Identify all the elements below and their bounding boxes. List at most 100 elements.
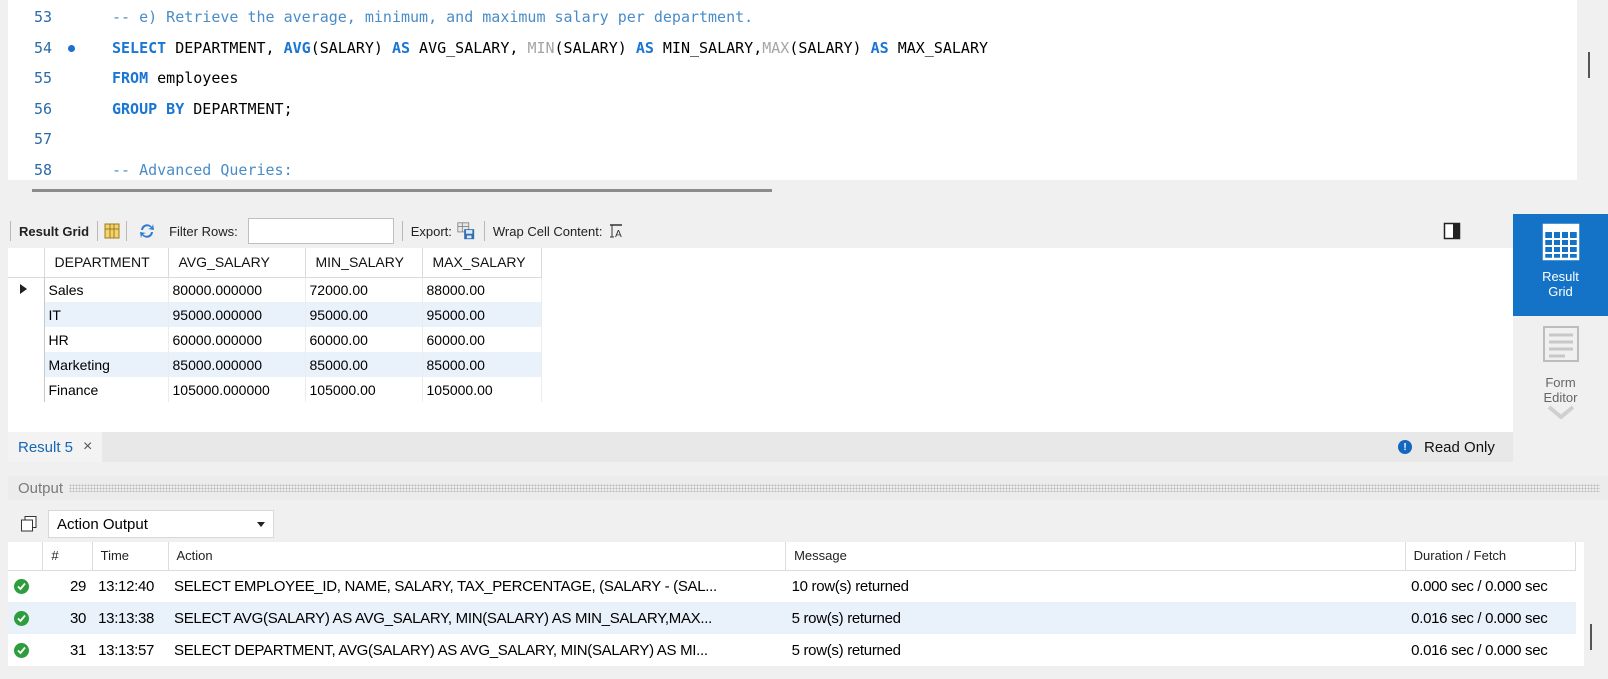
form-editor-side-button[interactable]: Form Editor — [1513, 324, 1608, 434]
table-row[interactable]: Finance 105000.000000 105000.00 105000.00 — [8, 377, 542, 402]
result-grid[interactable]: DEPARTMENT AVG_SALARY MIN_SALARY MAX_SAL… — [8, 248, 1513, 432]
table-cell[interactable]: 95000.00 — [422, 302, 542, 327]
table-cell[interactable]: 60000.00 — [305, 327, 423, 352]
table-cell[interactable]: 85000.00 — [422, 352, 542, 377]
column-header[interactable]: MIN_SALARY — [305, 248, 423, 278]
table-cell[interactable]: 85000.000000 — [168, 352, 306, 377]
code-token: MAX — [762, 38, 790, 57]
export-icon[interactable] — [456, 221, 476, 241]
table-row[interactable]: HR 60000.000000 60000.00 60000.00 — [8, 327, 542, 352]
close-icon[interactable]: × — [83, 438, 92, 456]
table-row[interactable]: IT 95000.000000 95000.00 95000.00 — [8, 302, 542, 327]
editor-horizontal-scrollbar[interactable] — [32, 189, 772, 192]
code-token: -- Advanced Queries: — [112, 160, 293, 179]
code-text: -- e) Retrieve the average, minimum, and… — [112, 2, 753, 33]
table-cell[interactable]: HR — [44, 327, 169, 352]
output-num-cell: 29 — [70, 577, 87, 595]
code-line[interactable]: 56 GROUP BY DEPARTMENT; — [8, 94, 1577, 125]
line-number: 53 — [34, 8, 53, 26]
table-row[interactable]: Marketing 85000.000000 85000.00 85000.00 — [8, 352, 542, 377]
column-header[interactable]: Message — [785, 542, 1406, 571]
toolbar-separator — [483, 221, 485, 241]
line-number: 58 — [34, 160, 53, 179]
table-row[interactable]: 30 13:13:38 SELECT AVG(SALARY) AS AVG_SALA… — [8, 602, 1576, 634]
result-grid-side-label: Result Grid — [1542, 269, 1579, 299]
column-header[interactable]: Time — [92, 542, 169, 571]
row-header[interactable] — [8, 327, 45, 352]
read-only-label: Read Only — [1424, 438, 1495, 456]
action-output-table[interactable]: # Time Action Message Duration / Fetch 2… — [8, 542, 1584, 666]
table-cell[interactable]: 80000.000000 — [168, 277, 306, 302]
table-cell[interactable]: Finance — [44, 377, 169, 402]
tab-result-5[interactable]: Result 5 × — [8, 432, 103, 462]
toolbar-separator — [401, 221, 403, 241]
table-cell[interactable]: 60000.000000 — [168, 327, 306, 352]
output-type-select[interactable]: Action Output — [48, 510, 274, 538]
result-toolbar: Result Grid Filter Rows: Export: Wrap Ce… — [8, 214, 1513, 248]
result-grid-side-button[interactable]: Result Grid — [1513, 214, 1608, 316]
breakpoint-dot-icon[interactable] — [68, 44, 75, 52]
code-line[interactable]: 58 -- Advanced Queries: — [8, 155, 1577, 181]
table-cell[interactable]: 95000.00 — [305, 302, 423, 327]
wrap-cell-icon[interactable]: A — [606, 221, 626, 241]
column-header[interactable]: Action — [168, 542, 787, 571]
code-token: FROM — [112, 69, 149, 87]
panel-grip[interactable] — [69, 484, 1600, 492]
table-row[interactable]: 29 13:12:40 SELECT EMPLOYEE_ID, NAME, SALA… — [8, 570, 1576, 602]
toggle-panel-icon[interactable] — [1442, 221, 1462, 241]
column-header[interactable]: AVG_SALARY — [168, 248, 306, 278]
column-header[interactable]: DEPARTMENT — [44, 248, 169, 278]
code-line[interactable]: 55 FROM employees — [8, 63, 1577, 94]
code-token: -- e) Retrieve the average, minimum, and… — [112, 8, 754, 26]
editor-vertical-scrollbar[interactable] — [1588, 52, 1590, 78]
row-header[interactable] — [8, 302, 45, 327]
status-column-header — [8, 542, 44, 571]
output-type-value: Action Output — [57, 515, 148, 533]
table-cell[interactable]: 88000.00 — [422, 277, 542, 302]
table-cell[interactable]: Marketing — [44, 352, 169, 377]
filter-rows-input[interactable] — [247, 218, 394, 244]
table-cell[interactable]: 105000.000000 — [168, 377, 306, 402]
code-token: AS — [391, 38, 411, 57]
result-tab-bar: Result 5 × ! Read Only — [8, 432, 1513, 462]
row-header[interactable] — [8, 277, 45, 302]
chevron-down-icon[interactable] — [1546, 405, 1576, 420]
grid-columns-icon[interactable] — [102, 221, 122, 241]
form-editor-icon — [1542, 326, 1579, 362]
code-line[interactable]: 53 -- e) Retrieve the average, minimum, a… — [8, 2, 1577, 33]
code-line[interactable]: 54 SELECT DEPARTMENT, AVG(SALARY) AS AVG_… — [8, 33, 1577, 64]
output-message-cell: 5 row(s) returned — [791, 641, 901, 659]
code-text: GROUP BY DEPARTMENT; — [112, 94, 293, 125]
table-cell[interactable]: 85000.00 — [305, 352, 423, 377]
table-cell[interactable]: 95000.000000 — [168, 302, 306, 327]
copy-icon[interactable] — [20, 515, 38, 533]
toolbar-separator — [10, 221, 11, 241]
output-panel-header: Output — [8, 476, 1608, 500]
table-row[interactable]: Sales 80000.000000 72000.00 88000.00 — [8, 277, 542, 302]
refresh-icon[interactable] — [137, 221, 157, 241]
table-cell[interactable]: 105000.00 — [422, 377, 542, 402]
output-num-cell: 31 — [70, 641, 87, 659]
table-cell[interactable]: 105000.00 — [305, 377, 423, 402]
code-token: MAX_SALARY — [888, 38, 989, 57]
row-header[interactable] — [8, 377, 45, 402]
line-number: 55 — [34, 69, 53, 87]
column-header[interactable]: # — [42, 542, 93, 571]
code-line[interactable]: 57 — [8, 124, 1577, 155]
side-panel: Result Grid Form Editor — [1513, 214, 1608, 446]
table-cell[interactable]: Sales — [44, 277, 169, 302]
result-grid-icon — [1542, 223, 1579, 261]
code-token: AS — [870, 38, 889, 57]
toolbar-separator — [126, 221, 128, 241]
table-cell[interactable]: IT — [44, 302, 169, 327]
table-cell[interactable]: 60000.00 — [422, 327, 542, 352]
column-header[interactable]: MAX_SALARY — [422, 248, 542, 278]
code-token: (SALARY) — [310, 38, 392, 57]
output-vertical-scrollbar[interactable] — [1590, 624, 1592, 650]
table-row[interactable]: 31 13:13:57 SELECT DEPARTMENT, AVG(SALARY)… — [8, 634, 1576, 666]
column-header[interactable]: Duration / Fetch — [1405, 542, 1577, 571]
row-header[interactable] — [8, 352, 45, 377]
table-cell[interactable]: 72000.00 — [305, 277, 423, 302]
success-check-icon — [14, 578, 29, 594]
sql-editor[interactable]: 53 -- e) Retrieve the average, minimum, a… — [8, 0, 1577, 180]
